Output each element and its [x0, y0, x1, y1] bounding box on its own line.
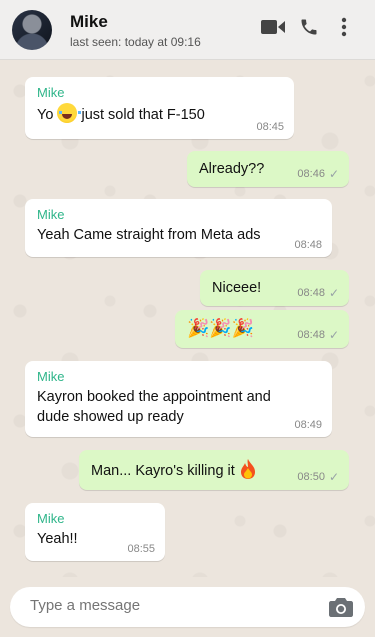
- read-check-icon: ✓: [328, 470, 339, 484]
- message-incoming[interactable]: Mike Yeah!! 08:55: [25, 503, 165, 561]
- chat-header: Mike last seen: today at 09:16: [0, 0, 375, 60]
- read-check-icon: ✓: [328, 328, 339, 342]
- message-time: 08:48: [297, 287, 325, 299]
- message-meta: 08:48 ✓: [297, 286, 339, 300]
- camera-icon[interactable]: [329, 596, 353, 618]
- message-outgoing[interactable]: Already?? 08:46 ✓: [187, 151, 349, 187]
- message-meta: 08:45: [256, 121, 284, 133]
- message-time: 08:49: [294, 419, 322, 431]
- message-sender: Mike: [37, 207, 65, 222]
- chat-thread[interactable]: Mike Yo just sold that F-150 08:45 Alrea…: [0, 61, 375, 577]
- message-text-part: Yo: [37, 107, 54, 123]
- message-input-container[interactable]: [10, 587, 365, 627]
- read-check-icon: ✓: [328, 286, 339, 300]
- last-seen-status: last seen: today at 09:16: [70, 35, 201, 49]
- message-sender: Mike: [37, 511, 65, 526]
- message-meta: 08:46 ✓: [297, 167, 339, 181]
- message-meta: 08:49: [294, 419, 322, 431]
- message-input[interactable]: [30, 597, 310, 614]
- message-text-part: just sold that F-150: [81, 107, 205, 123]
- video-call-icon[interactable]: [260, 16, 286, 38]
- message-time: 08:46: [297, 168, 325, 180]
- message-outgoing[interactable]: Man... Kayro's killing it 08:50 ✓: [79, 450, 349, 490]
- message-time: 08:45: [256, 121, 284, 133]
- message-text-part: Man... Kayro's killing it: [91, 463, 235, 479]
- message-meta: 08:48: [294, 239, 322, 251]
- message-meta: 08:48 ✓: [297, 328, 339, 342]
- read-check-icon: ✓: [328, 167, 339, 181]
- message-time: 08:48: [294, 239, 322, 251]
- fire-emoji-icon: [240, 459, 255, 479]
- message-time: 08:50: [297, 471, 325, 483]
- avatar[interactable]: [12, 10, 52, 50]
- message-incoming[interactable]: Mike Yo just sold that F-150 08:45: [25, 77, 294, 139]
- message-sender: Mike: [37, 369, 65, 384]
- composer-bar: [0, 577, 375, 637]
- message-text: Yo just sold that F-150: [37, 103, 282, 125]
- message-outgoing[interactable]: 🎉🎉🎉 08:48 ✓: [175, 310, 349, 348]
- message-text: Yeah Came straight from Meta ads: [37, 227, 261, 243]
- message-sender: Mike: [37, 85, 65, 100]
- more-options-icon[interactable]: [336, 16, 352, 38]
- joy-emoji-icon: [57, 103, 82, 123]
- phone-icon[interactable]: [298, 16, 320, 38]
- message-outgoing[interactable]: Niceee! 08:48 ✓: [200, 270, 349, 306]
- message-time: 08:55: [127, 543, 155, 555]
- message-time: 08:48: [297, 329, 325, 341]
- message-text: Kayron booked the appointment and dude s…: [37, 389, 271, 425]
- message-meta: 08:55: [127, 543, 155, 555]
- message-incoming[interactable]: Mike Yeah Came straight from Meta ads 08…: [25, 199, 332, 257]
- message-meta: 08:50 ✓: [297, 470, 339, 484]
- contact-name[interactable]: Mike: [70, 12, 108, 32]
- message-incoming[interactable]: Mike Kayron booked the appointment and d…: [25, 361, 332, 437]
